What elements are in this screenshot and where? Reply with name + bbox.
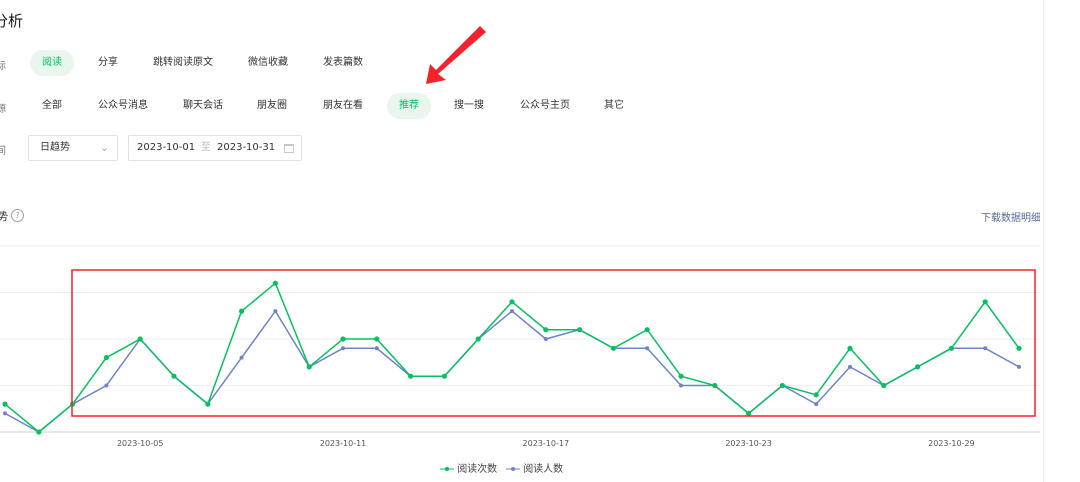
data-point-series-0[interactable] — [475, 336, 481, 342]
series-line-0 — [4, 281, 1020, 433]
data-point-series-1[interactable] — [3, 411, 7, 416]
x-axis: 2023-10-05 2023-10-11 2023-10-17 2023-10-23… — [117, 439, 975, 448]
data-point-series-0[interactable] — [1016, 345, 1022, 351]
data-point-series-0[interactable] — [678, 373, 684, 379]
trend-title: 势 — [0, 210, 8, 223]
data-point-series-1[interactable] — [273, 309, 278, 314]
tab-metric-favorite[interactable]: 微信收藏 — [236, 50, 300, 76]
source-row-label: 源 — [0, 104, 6, 115]
data-point-series-0[interactable] — [543, 327, 549, 333]
calendar-icon — [284, 144, 294, 153]
tab-source-chat[interactable]: 聊天会话 — [171, 93, 235, 119]
x-tick-label: 2023-10-17 — [523, 439, 570, 448]
download-details-link[interactable]: 下载数据明细 — [981, 209, 1040, 224]
data-point-series-0[interactable] — [272, 280, 278, 286]
tab-metric-read[interactable]: 阅读 — [30, 50, 74, 76]
x-tick-label: 2023-10-11 — [320, 439, 367, 448]
chart-series — [2, 280, 1022, 435]
data-point-series-1[interactable] — [814, 402, 819, 407]
data-point-series-1[interactable] — [341, 346, 345, 351]
x-tick-label: 2023-10-29 — [928, 439, 975, 448]
tab-source-homepage[interactable]: 公众号主页 — [508, 93, 582, 119]
data-point-series-1[interactable] — [239, 355, 244, 360]
data-point-series-0[interactable] — [340, 336, 346, 342]
data-point-series-0[interactable] — [881, 382, 887, 389]
metric-row-label: 标 — [0, 61, 6, 72]
date-separator: 至 — [201, 142, 211, 153]
data-point-series-1[interactable] — [543, 337, 548, 341]
data-point-series-1[interactable] — [510, 309, 514, 314]
x-tick-label: 2023-10-23 — [725, 439, 772, 448]
data-point-series-1[interactable] — [679, 383, 683, 388]
data-point-series-0[interactable] — [948, 345, 955, 351]
legend-item-readers[interactable]: 阅读人数 — [506, 460, 563, 475]
data-point-series-0[interactable] — [847, 345, 853, 351]
legend-label-readers: 阅读人数 — [523, 464, 564, 475]
data-point-series-0[interactable] — [982, 299, 988, 305]
tab-source-all[interactable]: 全部 — [30, 93, 74, 119]
date-start[interactable]: 2023-10-01 — [137, 136, 195, 160]
analysis-page: 分析 标 阅读 分享 跳转阅读原文 微信收藏 发表篇数 源 全部 公众号消息 聊… — [0, 0, 1040, 482]
legend-marker-reads — [440, 466, 454, 472]
data-point-series-1[interactable] — [645, 346, 650, 351]
date-end[interactable]: 2023-10-31 — [217, 136, 275, 160]
chevron-down-icon: ⌄ — [99, 141, 109, 154]
tab-source-moments[interactable]: 朋友圈 — [245, 93, 299, 119]
data-point-series-0[interactable] — [239, 308, 245, 314]
data-point-series-0[interactable] — [306, 364, 312, 370]
data-point-series-0[interactable] — [36, 429, 42, 435]
data-point-series-0[interactable] — [746, 410, 752, 416]
data-point-series-0[interactable] — [374, 336, 380, 342]
data-point-series-0[interactable] — [779, 382, 786, 389]
section-title: 分析 — [0, 12, 24, 30]
help-icon[interactable]: ? — [11, 209, 24, 222]
data-point-series-0[interactable] — [103, 355, 109, 361]
highlight-box — [71, 269, 1036, 417]
trend-chart: 2023-10-05 2023-10-11 2023-10-17 2023-10-23… — [0, 245, 1040, 448]
data-point-series-0[interactable] — [137, 336, 143, 342]
data-point-series-1[interactable] — [104, 383, 109, 388]
series-line-1 — [4, 309, 1020, 433]
tab-metric-read-original[interactable]: 跳转阅读原文 — [141, 50, 225, 76]
data-point-series-0[interactable] — [171, 373, 177, 379]
tab-source-message[interactable]: 公众号消息 — [86, 93, 160, 119]
data-point-series-1[interactable] — [983, 346, 988, 351]
tab-source-search[interactable]: 搜一搜 — [442, 93, 496, 119]
data-point-series-0[interactable] — [408, 373, 414, 379]
data-point-series-0[interactable] — [441, 373, 447, 379]
data-point-series-0[interactable] — [644, 327, 650, 333]
data-point-series-0[interactable] — [2, 401, 8, 407]
legend-marker-readers — [506, 467, 520, 471]
data-point-series-0[interactable] — [610, 345, 617, 351]
data-point-series-0[interactable] — [509, 299, 515, 305]
data-point-series-1[interactable] — [1017, 364, 1021, 369]
data-point-series-1[interactable] — [848, 364, 852, 369]
data-point-series-0[interactable] — [712, 382, 718, 389]
tab-source-wow[interactable]: 朋友在看 — [311, 93, 375, 119]
tab-source-recommend[interactable]: 推荐 — [387, 93, 431, 119]
data-point-series-1[interactable] — [374, 346, 379, 351]
right-divider — [1043, 0, 1044, 482]
chart-grid — [0, 245, 1040, 433]
data-point-series-0[interactable] — [813, 392, 819, 398]
tab-source-other[interactable]: 其它 — [592, 93, 636, 119]
annotation-arrow — [426, 26, 486, 84]
data-point-series-0[interactable] — [205, 401, 211, 407]
legend-label-reads: 阅读次数 — [457, 464, 498, 475]
tab-metric-share[interactable]: 分享 — [86, 50, 130, 76]
legend-item-reads[interactable]: 阅读次数 — [440, 460, 497, 475]
granularity-value: 日趋势 — [40, 142, 70, 153]
data-point-series-0[interactable] — [577, 327, 583, 333]
data-point-series-0[interactable] — [915, 364, 921, 370]
tab-metric-published[interactable]: 发表篇数 — [311, 50, 375, 76]
date-range-picker[interactable]: 2023-10-01 至 2023-10-31 — [128, 135, 302, 161]
granularity-select[interactable]: 日趋势 ⌄ — [28, 135, 118, 161]
time-row-label: 间 — [0, 146, 6, 157]
x-tick-label: 2023-10-05 — [117, 439, 164, 448]
